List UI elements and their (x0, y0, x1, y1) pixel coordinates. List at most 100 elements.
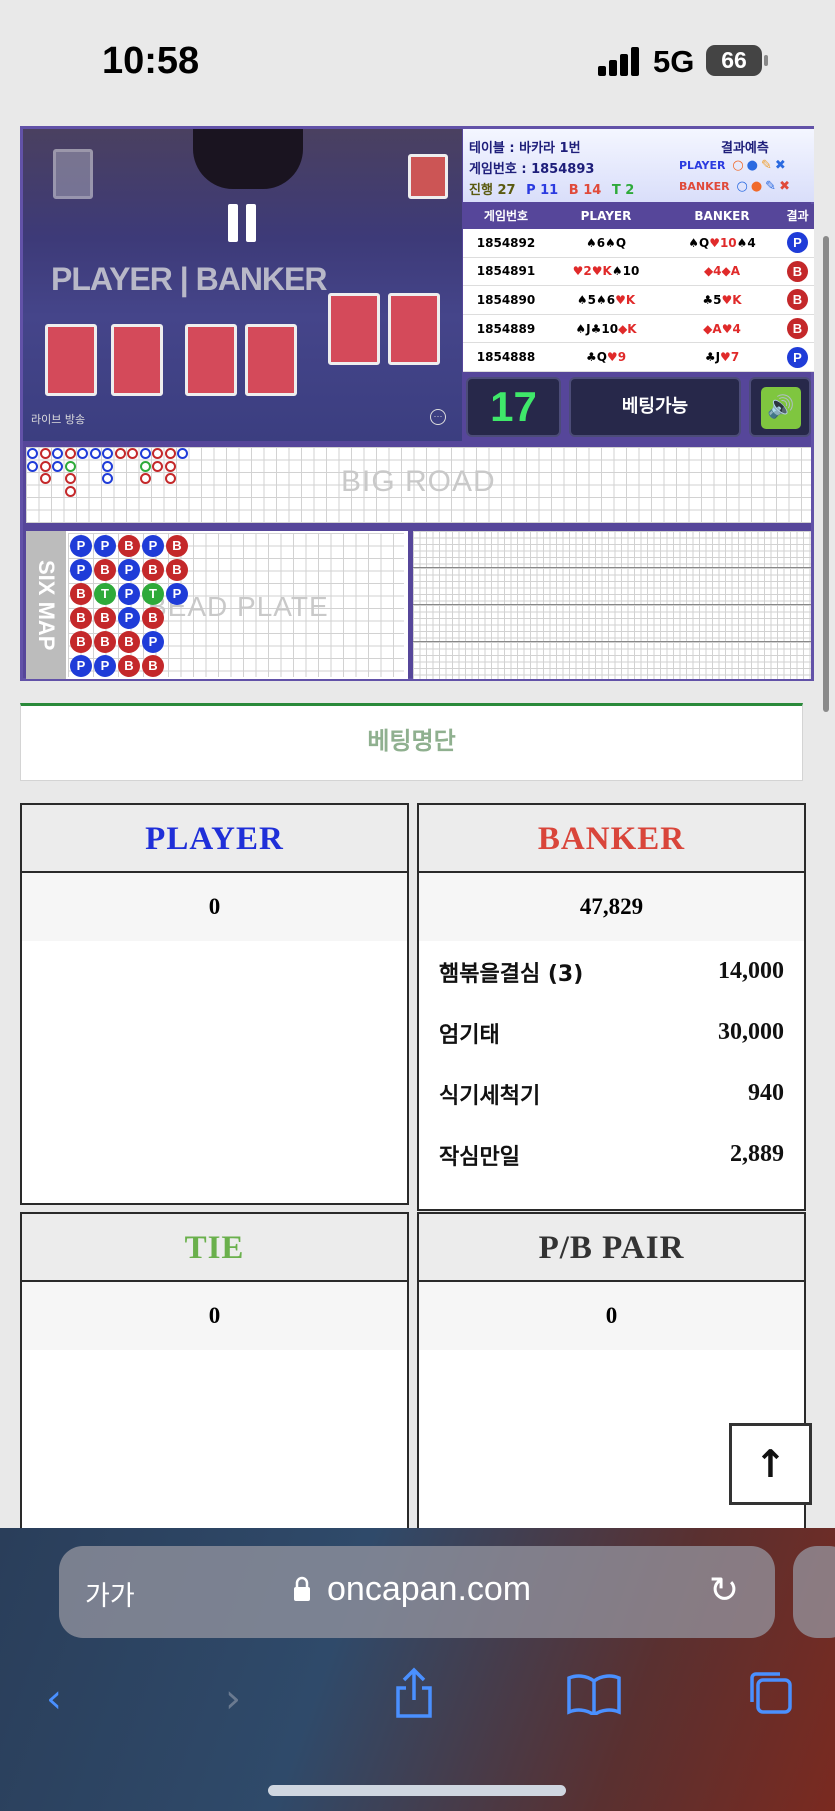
pause-icon[interactable] (228, 204, 258, 242)
bead-marker: T (94, 583, 116, 605)
home-indicator (268, 1785, 566, 1796)
circle-filled-icon[interactable]: ● (747, 158, 758, 173)
bead-marker: T (142, 583, 164, 605)
prediction-label: 결과예측 (721, 141, 769, 156)
bettor-name: 작심만일 (439, 1144, 520, 1170)
results-row: 1854889 ♠J♣10◆K ◆A♥4 B (463, 315, 814, 344)
banker-panel: BANKER 47,829 햄볶을결심 (3) 14,000 엄기태 30,000 … (417, 803, 806, 1211)
row-game-no: 1854889 (476, 321, 536, 336)
row-banker-cards: ◆A♥4 (703, 321, 741, 336)
game-number: 게임번호 : 1854893 (469, 162, 595, 177)
more-icon[interactable]: ··· (430, 409, 446, 425)
game-board: PLAYER | BANKER 라이브 방송 ··· 테이블 : 바카라 1번 … (20, 126, 814, 681)
row-banker-cards: ♣J♥7 (704, 350, 740, 365)
betting-list-title: 베팅명단 (20, 703, 803, 781)
browser-toolbar: 가가 oncapan.com ↻ ‹ › (0, 1528, 835, 1811)
bead-marker: P (118, 583, 140, 605)
bet-amount: 2,889 (730, 1141, 784, 1167)
big-road-marker (127, 448, 138, 459)
url-text[interactable]: oncapan.com (327, 1570, 531, 1609)
tabs-icon[interactable] (746, 1668, 796, 1718)
row-banker-cards: ♣5♥K (702, 292, 742, 307)
network-type: 5G (653, 44, 695, 79)
bet-amount: 14,000 (718, 958, 784, 984)
bead-marker: B (142, 607, 164, 629)
address-bar[interactable]: 가가 oncapan.com ↻ (59, 1546, 775, 1638)
banker-prediction-label: BANKER (679, 180, 730, 193)
forward-icon[interactable]: › (225, 1676, 241, 1722)
big-road-marker (64, 448, 76, 459)
bead-marker: P (94, 535, 116, 557)
big-road-marker (64, 473, 76, 484)
bead-marker: B (166, 535, 188, 557)
reload-icon[interactable]: ↻ (709, 1570, 739, 1611)
betting-status: 베팅가능 (569, 377, 741, 437)
player-prediction: PLAYER ○ ● ✎ ✖ (679, 158, 786, 173)
pair-total: 0 (419, 1282, 804, 1350)
big-road-marker (39, 448, 51, 459)
big-road-marker (152, 460, 163, 472)
circle-outline-icon[interactable]: ○ (732, 158, 743, 173)
sound-button[interactable]: 🔊 (749, 377, 811, 437)
card (245, 324, 297, 396)
bead-plate: BEAD PLATE PPBPBPBPBBBTPTPBBPBBBBPPPBB (68, 533, 404, 677)
bead-marker: P (142, 631, 164, 653)
close-icon[interactable]: ✖ (779, 179, 790, 194)
share-icon[interactable] (392, 1666, 436, 1720)
scrollbar[interactable] (823, 236, 829, 712)
big-road-marker (39, 460, 51, 472)
next-tab-preview[interactable] (793, 1546, 835, 1638)
clock: 10:58 (102, 40, 200, 82)
bead-marker: P (70, 559, 92, 581)
bettor-name: 엄기태 (439, 1022, 500, 1048)
bet-row: 햄볶을결심 (3) 14,000 (439, 941, 784, 1002)
bookmarks-icon[interactable] (566, 1673, 622, 1715)
big-road-marker (164, 460, 176, 472)
big-eye-road (413, 531, 811, 568)
speaker-icon: 🔊 (761, 387, 801, 429)
progress: 진행 27 P 11 B 14 T 2 (469, 179, 634, 198)
bead-marker: B (70, 583, 92, 605)
result-badge: P (787, 346, 808, 368)
results-row: 1854891 ♥2♥K♠10 ◆4◆A B (463, 258, 814, 287)
text-size-button[interactable]: 가가 (85, 1574, 135, 1613)
back-icon[interactable]: ‹ (46, 1676, 62, 1722)
big-road-marker (139, 460, 151, 472)
results-header: 게임번호 PLAYER BANKER 결과 (463, 204, 814, 229)
row-game-no: 1854890 (476, 292, 536, 307)
bet-amount: 940 (748, 1080, 784, 1106)
big-road-marker (39, 473, 51, 484)
pair-panel-title: P/B PAIR (419, 1214, 804, 1282)
big-road-marker (27, 460, 38, 472)
bet-row: 식기세척기 940 (439, 1063, 784, 1124)
scroll-top-button[interactable]: ↑ (729, 1423, 812, 1505)
countdown-timer: 17 (466, 377, 561, 437)
progress-banker: B 14 (568, 183, 602, 198)
pencil-icon[interactable]: ✎ (765, 179, 776, 194)
results-row: 1854890 ♠5♠6♥K ♣5♥K B (463, 286, 814, 315)
bet-amount: 30,000 (718, 1019, 784, 1045)
bead-marker: B (142, 655, 164, 677)
row-result: B (781, 289, 814, 311)
bead-marker: P (142, 535, 164, 557)
player-prediction-label: PLAYER (679, 159, 726, 172)
circle-outline-icon[interactable]: ○ (736, 179, 747, 194)
extra-road (413, 642, 811, 679)
bet-row: 작심만일 2,889 (439, 1124, 784, 1185)
row-player-cards: ♠5♠6♥K (576, 292, 636, 307)
six-map-label: SIX MAP (26, 531, 66, 679)
big-road-marker (139, 473, 151, 484)
big-road-label: BIG ROAD (341, 465, 496, 498)
circle-filled-icon[interactable]: ● (751, 179, 762, 194)
status-bar: 10:58 5G 66 (0, 0, 835, 120)
progress-label: 진행 27 (469, 183, 516, 198)
derived-roads: × (413, 531, 811, 679)
close-icon[interactable]: ✖ (775, 158, 786, 173)
bead-marker: B (118, 655, 140, 677)
pencil-icon[interactable]: ✎ (761, 158, 772, 173)
card (111, 324, 163, 396)
bead-marker: B (118, 631, 140, 653)
live-video[interactable]: PLAYER | BANKER 라이브 방송 ··· (23, 129, 462, 441)
signal-icon (598, 46, 640, 76)
card (185, 324, 237, 396)
